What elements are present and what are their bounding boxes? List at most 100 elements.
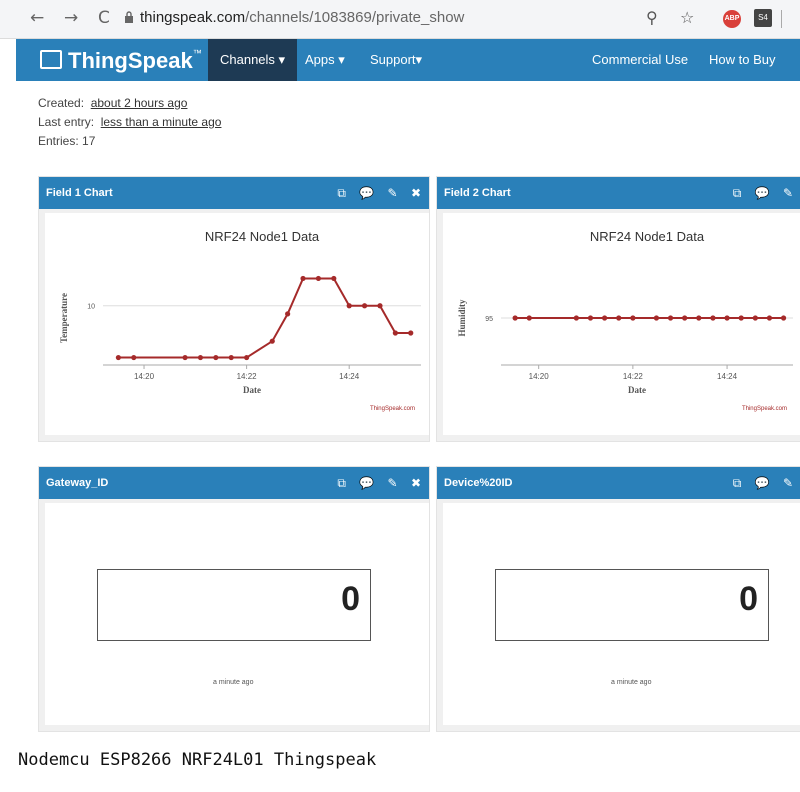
x-tick-label: 14:22 bbox=[623, 372, 644, 381]
pencil-icon[interactable]: ✎ bbox=[783, 476, 793, 490]
entries-value: 17 bbox=[82, 134, 96, 148]
numeric-display: 0 bbox=[97, 569, 371, 641]
close-icon[interactable]: ✖ bbox=[411, 186, 421, 200]
data-point bbox=[408, 330, 414, 336]
zoom-icon[interactable]: ⚲ bbox=[646, 8, 658, 27]
y-axis-label: Humidity bbox=[457, 299, 467, 337]
field1-chart: NRF24 Node1 Data 10 14:20 14:22 14:24 Date Tem… bbox=[59, 229, 421, 412]
nav-apps[interactable]: Apps ▾ bbox=[293, 39, 357, 81]
extension-icon[interactable]: S4 bbox=[754, 9, 772, 27]
x-tick-label: 14:20 bbox=[134, 372, 155, 381]
chat-logo-icon bbox=[40, 50, 62, 69]
data-point bbox=[710, 315, 716, 321]
x-axis-label: Date bbox=[243, 385, 261, 395]
data-point bbox=[244, 354, 250, 361]
back-icon[interactable]: ← bbox=[30, 8, 44, 28]
thingspeak-logo[interactable]: ThingSpeak™ bbox=[40, 48, 202, 74]
series-line bbox=[118, 277, 411, 359]
field2-chart-panel: Field 2 Chart ⧉ 💬 ✎ NRF24 Node1 Data 95 14… bbox=[436, 176, 800, 442]
data-point bbox=[377, 303, 383, 309]
data-point bbox=[682, 315, 688, 321]
comment-icon[interactable]: 💬 bbox=[359, 186, 374, 200]
pencil-icon[interactable]: ✎ bbox=[783, 186, 793, 200]
comment-icon[interactable]: 💬 bbox=[755, 186, 770, 200]
nav-commercial-use[interactable]: Commercial Use bbox=[580, 39, 700, 81]
last-entry-row: Last entry: less than a minute ago bbox=[38, 115, 221, 129]
data-point bbox=[630, 315, 636, 321]
data-point bbox=[285, 311, 291, 317]
comment-icon[interactable]: 💬 bbox=[359, 476, 374, 490]
comment-icon[interactable]: 💬 bbox=[755, 476, 770, 490]
data-point bbox=[696, 315, 702, 321]
numeric-display-body: 0 a minute ago bbox=[45, 503, 429, 725]
x-axis-label: Date bbox=[628, 385, 646, 395]
pencil-icon[interactable]: ✎ bbox=[388, 476, 398, 490]
last-entry-label: Last entry: bbox=[38, 115, 95, 129]
lock-icon bbox=[125, 11, 133, 23]
url-host: thingspeak.com bbox=[140, 9, 246, 26]
data-point bbox=[269, 338, 275, 344]
brand-name: ThingSpeak bbox=[68, 48, 193, 73]
forward-icon[interactable]: → bbox=[64, 8, 78, 28]
panel-tools: ⧉ 💬 ✎ bbox=[723, 467, 793, 499]
updated-time: a minute ago bbox=[213, 679, 254, 686]
last-entry-value: less than a minute ago bbox=[100, 115, 222, 129]
toolbar-divider bbox=[781, 10, 782, 28]
open-external-icon[interactable]: ⧉ bbox=[733, 476, 742, 490]
adblock-extension-icon[interactable]: ABP bbox=[723, 10, 741, 28]
data-point bbox=[766, 315, 773, 321]
panel-tools: ⧉ 💬 ✎ ✖ bbox=[327, 467, 421, 499]
reload-icon[interactable]: C bbox=[98, 8, 110, 28]
address-bar[interactable]: thingspeak.com/channels/1083869/private_… bbox=[140, 9, 464, 26]
y-axis-label: Temperature bbox=[59, 293, 69, 343]
created-label: Created: bbox=[38, 96, 85, 110]
open-external-icon[interactable]: ⧉ bbox=[337, 186, 346, 200]
entries-row: Entries: 17 bbox=[38, 134, 95, 148]
data-point bbox=[602, 315, 608, 321]
pencil-icon[interactable]: ✎ bbox=[388, 186, 398, 200]
data-point bbox=[573, 315, 579, 321]
x-tick-label: 14:20 bbox=[529, 372, 550, 381]
data-point bbox=[361, 303, 368, 309]
numeric-value: 0 bbox=[739, 580, 758, 618]
close-icon[interactable]: ✖ bbox=[411, 476, 421, 490]
chart-credit: ThingSpeak.com bbox=[742, 406, 787, 412]
x-tick-label: 14:24 bbox=[339, 372, 360, 381]
open-external-icon[interactable]: ⧉ bbox=[733, 186, 742, 200]
data-point bbox=[738, 315, 744, 321]
trademark: ™ bbox=[192, 48, 202, 58]
panel-tools: ⧉ 💬 ✎ bbox=[723, 177, 793, 209]
nav-how-to-buy[interactable]: How to Buy bbox=[697, 39, 787, 81]
data-point bbox=[752, 315, 758, 321]
nav-channels[interactable]: Channels ▾ bbox=[208, 39, 298, 81]
data-point bbox=[131, 354, 137, 361]
browser-toolbar: ← → C thingspeak.com/channels/1083869/pr… bbox=[0, 0, 800, 39]
numeric-display: 0 bbox=[495, 569, 769, 641]
url-path: /channels/1083869/private_show bbox=[245, 9, 465, 26]
created-row: Created: about 2 hours ago bbox=[38, 96, 187, 110]
x-tick-label: 14:22 bbox=[237, 372, 258, 381]
data-point bbox=[213, 354, 219, 361]
data-point bbox=[331, 275, 337, 282]
star-icon[interactable]: ☆ bbox=[680, 8, 694, 27]
data-point bbox=[616, 315, 622, 321]
panel-tools: ⧉ 💬 ✎ ✖ bbox=[327, 177, 421, 209]
data-point bbox=[526, 315, 532, 321]
data-point bbox=[182, 354, 188, 361]
data-point bbox=[346, 303, 352, 309]
updated-time: a minute ago bbox=[611, 679, 652, 686]
entries-label: Entries: bbox=[38, 134, 79, 148]
nav-support[interactable]: Support▾ bbox=[358, 39, 434, 81]
field2-chart: NRF24 Node1 Data 95 14:20 14:22 14:24 Date Hum… bbox=[457, 229, 793, 412]
field1-chart-panel: Field 1 Chart ⧉ 💬 ✎ ✖ NRF24 Node1 Data 10… bbox=[38, 176, 430, 442]
data-point bbox=[315, 275, 322, 282]
data-point bbox=[300, 275, 306, 282]
chart-credit: ThingSpeak.com bbox=[370, 406, 415, 412]
data-point bbox=[197, 354, 204, 361]
main-navbar: ThingSpeak™ Channels ▾ Apps ▾ Support▾ C… bbox=[16, 39, 800, 81]
data-point bbox=[780, 315, 787, 321]
chart-title: NRF24 Node1 Data bbox=[590, 229, 705, 244]
open-external-icon[interactable]: ⧉ bbox=[337, 476, 346, 490]
data-point bbox=[587, 315, 594, 321]
image-caption: Nodemcu ESP8266 NRF24L01 Thingspeak bbox=[18, 750, 377, 770]
